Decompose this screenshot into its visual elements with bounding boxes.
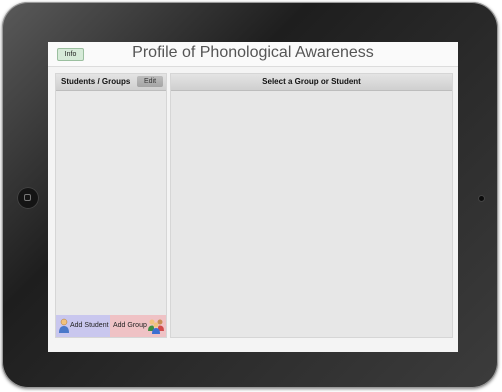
add-group-label: Add Group	[113, 322, 147, 329]
page-title: Profile of Phonological Awareness	[132, 44, 374, 61]
student-icon	[59, 318, 69, 333]
right-panel-header: Select a Group or Student	[171, 74, 452, 91]
header-bar: Info Profile of Phonological Awareness	[48, 42, 458, 67]
add-student-button[interactable]: Add Student	[56, 315, 110, 337]
left-panel-title: Students / Groups	[61, 77, 131, 86]
camera	[479, 196, 484, 201]
add-buttons-row: Add Student Add Group	[56, 315, 166, 337]
left-panel-header: Students / Groups Edit	[56, 74, 166, 91]
right-panel-title: Select a Group or Student	[262, 77, 361, 86]
home-button[interactable]	[17, 187, 39, 209]
add-student-label: Add Student	[70, 322, 109, 329]
detail-panel: Select a Group or Student	[170, 73, 453, 338]
students-groups-panel: Students / Groups Edit Add Student Add G…	[55, 73, 167, 338]
app-screen: Info Profile of Phonological Awareness S…	[48, 42, 458, 352]
info-button[interactable]: Info	[57, 48, 84, 61]
edit-button[interactable]: Edit	[137, 76, 163, 87]
add-group-button[interactable]: Add Group	[110, 315, 166, 337]
group-icon	[148, 319, 164, 334]
